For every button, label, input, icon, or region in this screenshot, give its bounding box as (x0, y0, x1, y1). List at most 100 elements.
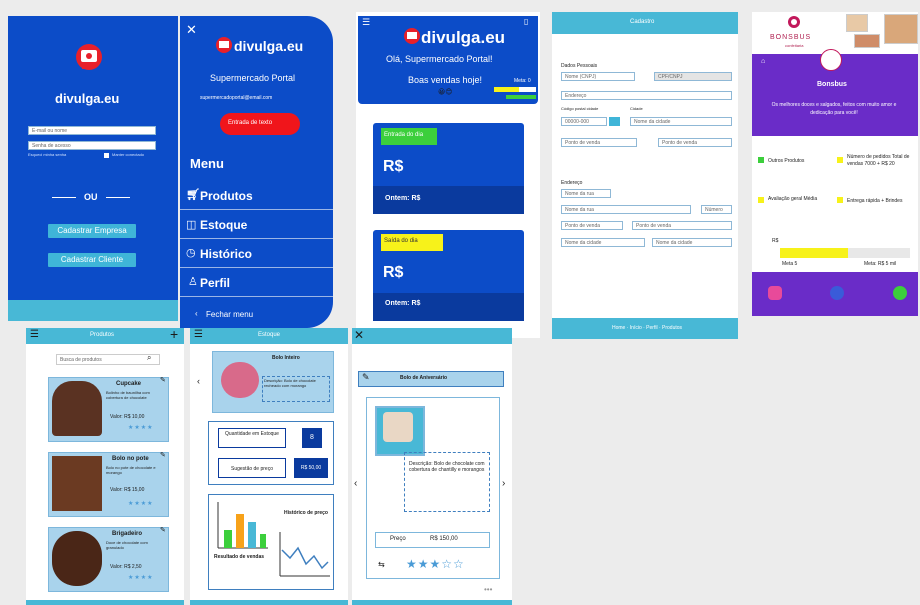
city-field-2[interactable]: Nome da cidade (561, 238, 645, 247)
email-input[interactable]: E-mail ou nome (28, 126, 156, 135)
expense-value: R$ (383, 264, 404, 281)
dashboard-logo-icon (403, 27, 421, 45)
menu-item-perfil[interactable]: ♙ Perfil (180, 268, 333, 297)
qty-value: 8 (302, 428, 322, 448)
city-field-3[interactable]: Nome da cidade (652, 238, 732, 247)
back-icon[interactable]: ⌂ (761, 58, 765, 65)
products-title: Produtos (90, 332, 115, 338)
cep-field[interactable]: 00000-000 (561, 117, 607, 126)
point-of-sale-field-4[interactable]: Ponto de venda (632, 221, 732, 230)
cupcake-image (52, 381, 102, 436)
detail-rating-stars[interactable]: ★★★☆☆ (406, 557, 465, 571)
register-company-button[interactable]: Cadastrar Empresa (48, 224, 136, 238)
point-of-sale-field-3[interactable]: Ponto de venda (561, 221, 623, 230)
product-price: Valor: R$ 2,50 (110, 564, 142, 570)
detail-footer (352, 600, 512, 605)
menu-item-historico[interactable]: ◷ Histórico (180, 239, 333, 268)
detail-image-inner (383, 412, 413, 442)
edit-icon[interactable]: ✎ (160, 376, 166, 384)
products-footer (26, 600, 184, 605)
emoji-icons: 😀😊 (438, 89, 453, 96)
hamburger-icon[interactable]: ☰ (30, 329, 39, 340)
close-icon[interactable]: ✕ (186, 22, 197, 38)
stock-footer (190, 600, 348, 605)
edit-icon[interactable]: ✎ (362, 372, 370, 383)
chevron-left-icon[interactable]: ‹ (197, 376, 200, 386)
detail-header (352, 328, 512, 344)
share-icon[interactable]: ⇆ (378, 560, 385, 569)
clock-icon: ◷ (186, 247, 196, 259)
stat-dot-1 (758, 157, 764, 163)
product-price: Valor: R$ 10,00 (110, 414, 145, 420)
dashboard-wish: Boas vendas hoje! (408, 75, 483, 85)
remember-label: Manter conectado (112, 152, 145, 157)
remember-checkbox[interactable] (104, 153, 109, 158)
sales-bar-chart (217, 502, 268, 549)
register-client-button[interactable]: Cadastrar Cliente (48, 253, 136, 267)
menu-cta-label: Entrada de texto (228, 120, 273, 126)
box-icon: ◫ (186, 219, 197, 231)
product-search-input[interactable]: Busca de produtos (56, 354, 160, 365)
income-yesterday: Ontem: R$ (385, 195, 421, 202)
whatsapp-icon[interactable] (893, 286, 907, 300)
dashboard-greeting: Olá, Supermercado Portal! (386, 54, 493, 64)
divider-left (52, 197, 76, 198)
bakery-avatar (820, 49, 842, 71)
expense-yesterday: Ontem: R$ (385, 300, 421, 307)
edit-icon[interactable]: ✎ (160, 451, 166, 459)
search-icon[interactable]: ⌕ (147, 353, 151, 363)
chevron-left-icon[interactable]: ‹ (354, 478, 357, 489)
menu-item-estoque[interactable]: ◫ Estoque (180, 210, 333, 239)
street-field[interactable]: Nome da rua (561, 189, 611, 198)
notification-icon[interactable]: ▯ (524, 17, 528, 26)
close-menu-link[interactable]: Fechar menu (206, 310, 253, 319)
meta-progress-bar (494, 87, 536, 92)
name-field[interactable]: Nome (CNPJ) (561, 72, 635, 81)
income-value: R$ (383, 158, 404, 175)
featured-title: Bolo Inteiro (272, 355, 300, 361)
calendar-icon[interactable] (609, 117, 620, 126)
menu-store-email: supermercadoportal@email.com (200, 95, 273, 101)
cadastro-footer-nav[interactable]: Home · Início · Perfil · Produtos (612, 325, 682, 331)
qty-label-box: Quantidade em Estoque (218, 428, 286, 448)
city-field[interactable]: Nome da cidade (630, 117, 732, 126)
cart-icon: 🛒︎ (186, 189, 200, 201)
product-price: Valor: R$ 15,00 (110, 487, 145, 493)
user-icon: ♙ (188, 276, 198, 288)
menu-item-label: Estoque (200, 218, 248, 232)
cake-thumb-1 (846, 14, 868, 32)
hamburger-icon[interactable]: ☰ (362, 17, 370, 28)
bakery-logo-icon (787, 15, 801, 29)
hamburger-icon[interactable]: ☰ (194, 329, 203, 340)
point-of-sale-field-1[interactable]: Ponto de venda (561, 138, 637, 147)
point-of-sale-field-2[interactable]: Ponto de venda (658, 138, 732, 147)
instagram-icon[interactable] (768, 286, 782, 300)
street-field-2[interactable]: Nome da rua (561, 205, 691, 214)
rating-stars: ★★★★ (128, 575, 154, 581)
add-icon[interactable]: + (170, 326, 178, 342)
product-name: Bolo no pote (112, 456, 149, 462)
password-input[interactable]: Senha de acesso (28, 141, 156, 150)
detail-price-label: Preço (390, 536, 406, 542)
progress-left: Meta 5 (782, 261, 798, 267)
chevron-right-icon[interactable]: › (502, 478, 505, 489)
product-desc: Doce de chocolate com granulado (106, 540, 148, 550)
document-field[interactable]: CPF/CNPJ (654, 72, 732, 81)
income-tag-label: Entrada do dia (384, 132, 424, 138)
address-field[interactable]: Endereço (561, 91, 732, 100)
price-suggest-value[interactable]: R$ 50,00 (294, 458, 328, 478)
close-icon[interactable]: ✕ (354, 328, 364, 342)
menu-item-produtos[interactable]: 🛒︎ Produtos (180, 181, 333, 210)
forgot-password-link[interactable]: Esqueci minha senha (28, 152, 66, 157)
stat-dot-4 (837, 197, 843, 203)
facebook-icon[interactable] (830, 286, 844, 300)
dashboard-brand: divulga.eu (421, 28, 506, 47)
city-label: Cidade (630, 106, 643, 111)
more-dots-icon[interactable]: ••• (484, 585, 492, 594)
bakery-name: Bonsbus (817, 81, 847, 88)
number-field[interactable]: Número (701, 205, 732, 214)
sales-chart-label: Resultado de vendas (214, 554, 265, 560)
stat-rating: Avaliação geral Média (768, 196, 818, 202)
detail-desc: Descrição: Bolo de chocolate com cobertu… (404, 452, 490, 512)
edit-icon[interactable]: ✎ (160, 526, 166, 534)
